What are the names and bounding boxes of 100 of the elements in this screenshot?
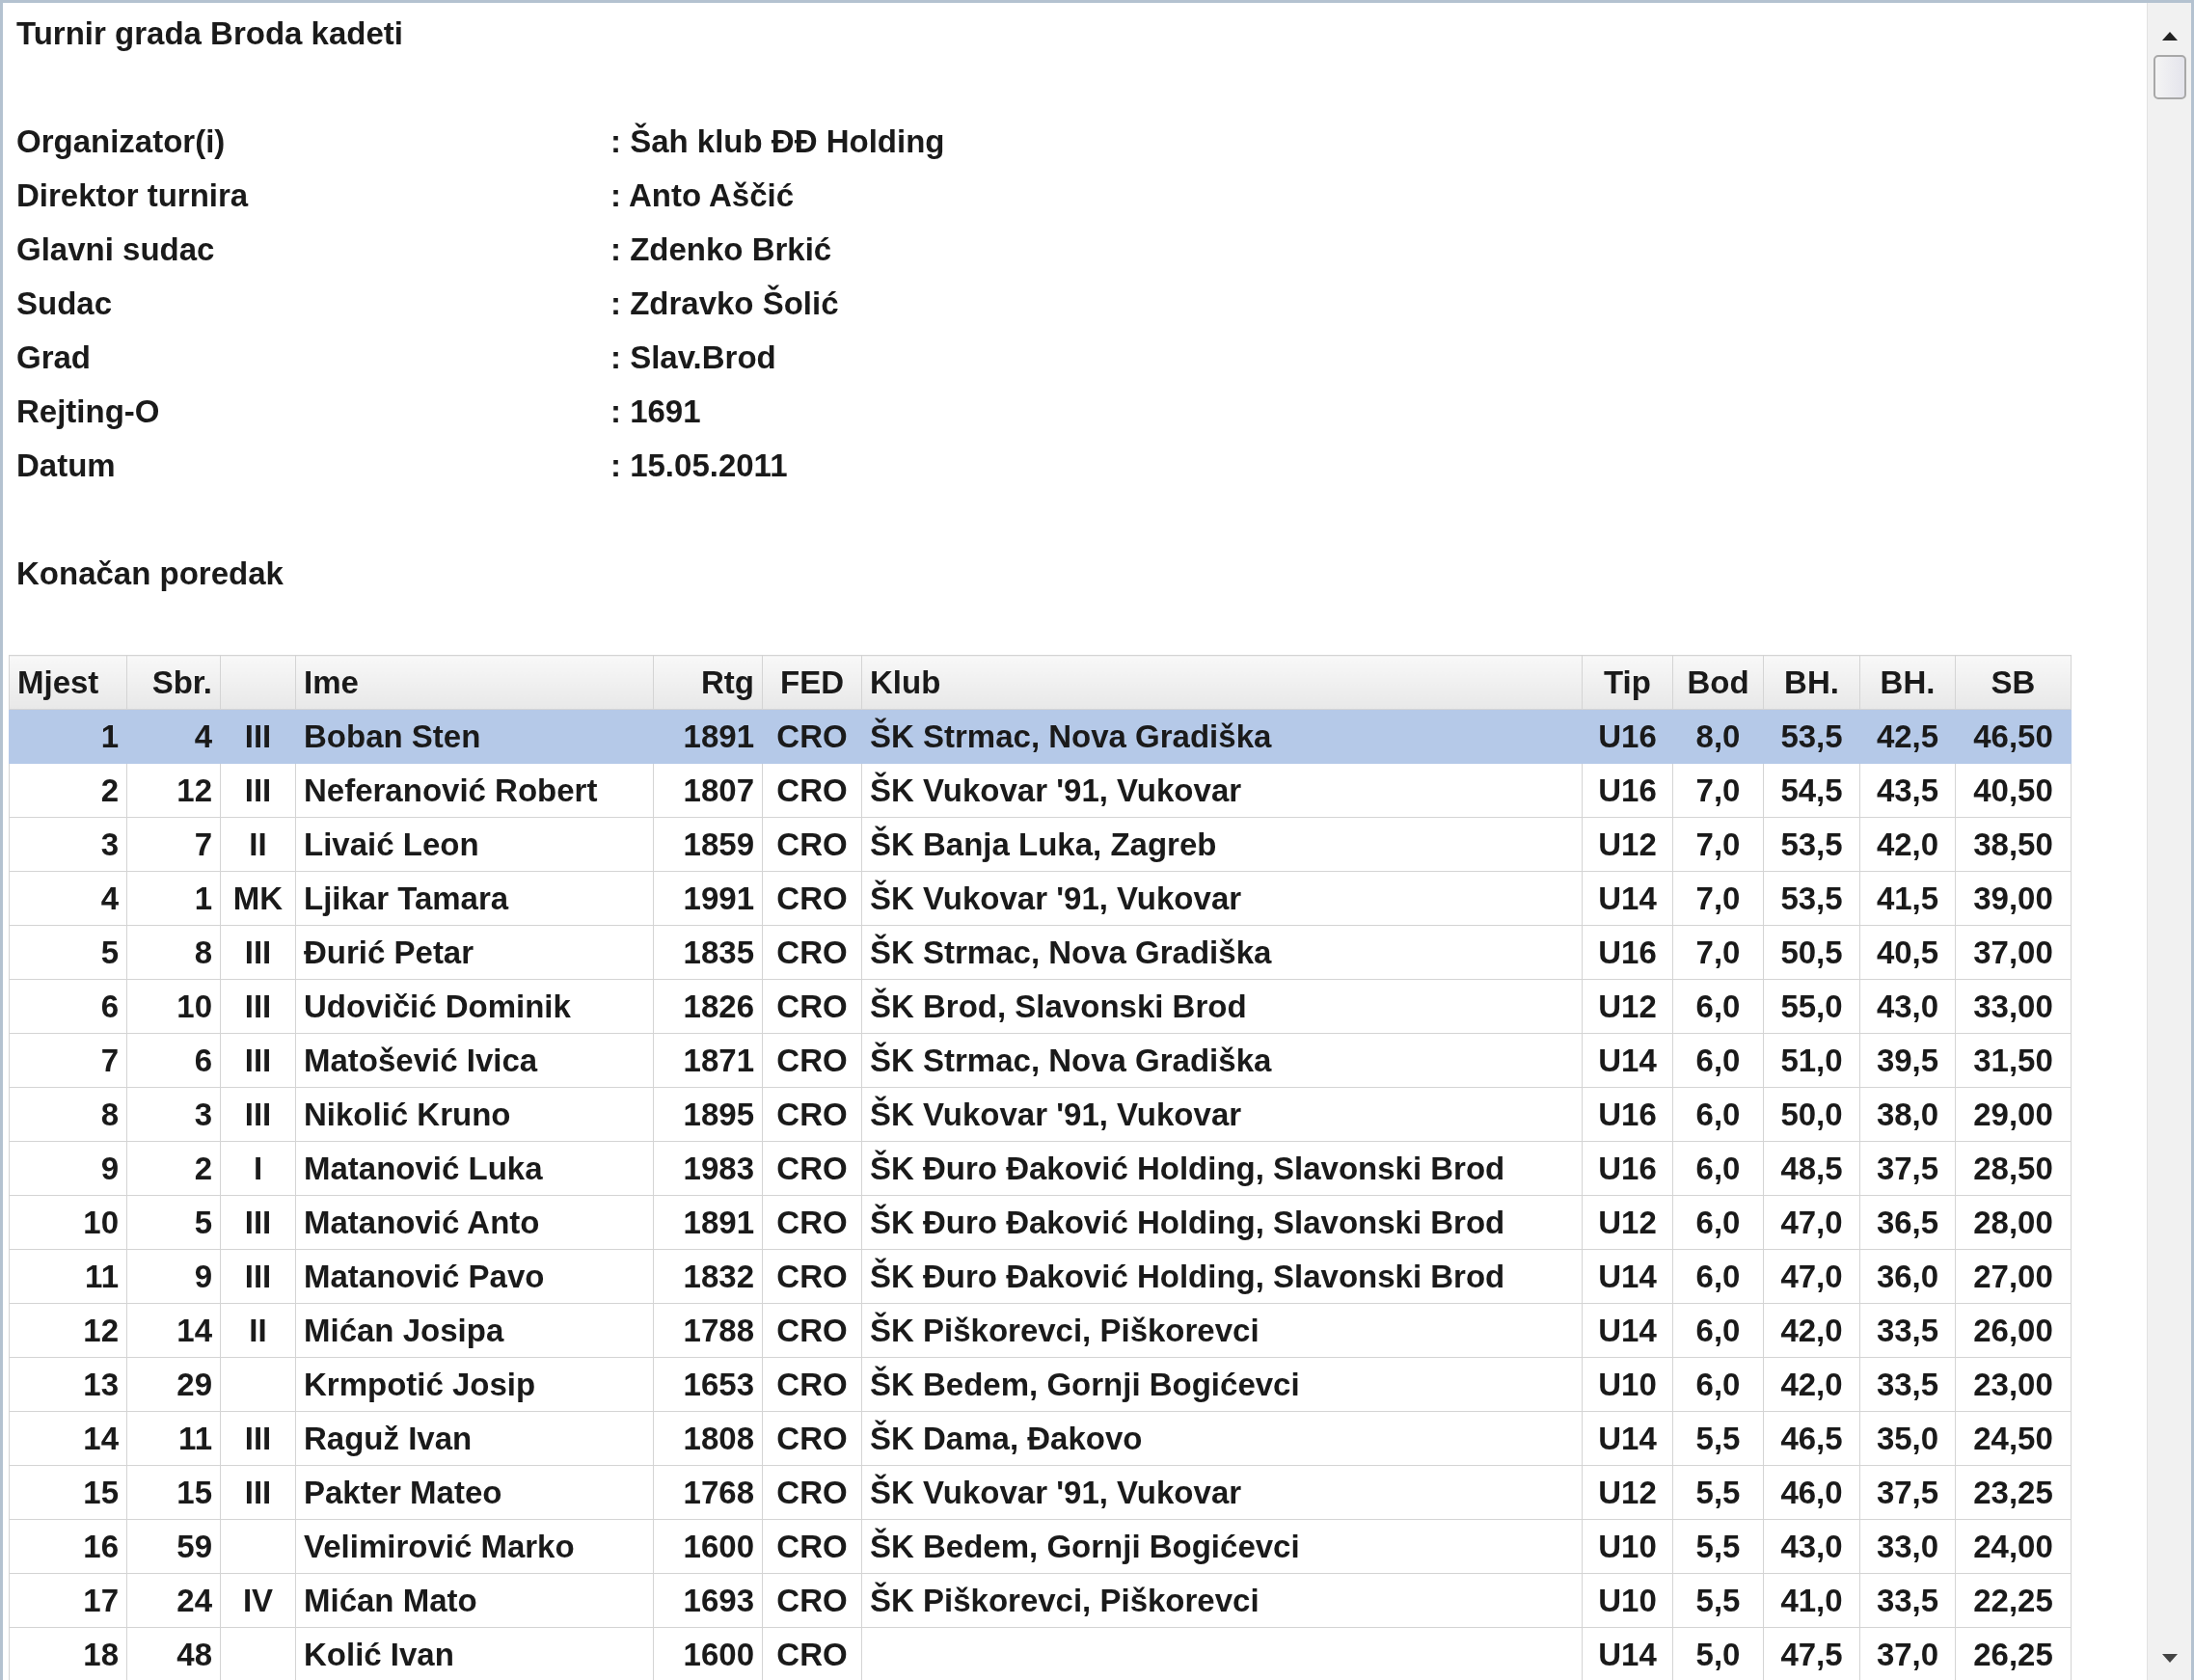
table-cell: U10: [1582, 1573, 1673, 1628]
column-header[interactable]: BH.: [1763, 655, 1860, 710]
table-cell: II: [220, 817, 296, 872]
scrollbar[interactable]: [2147, 3, 2191, 1680]
table-cell: 43,0: [1859, 979, 1956, 1034]
table-row[interactable]: 16 59 Velimirović Marko 1600 CRO ŠK Bedem, Gornji Bogićevci U10 5,5 43,0 33,0 24,00: [9, 1519, 2072, 1574]
table-row[interactable]: 18 48 Kolić Ivan 1600 CRO U14 5,0 47,5 37,0 26,25: [9, 1627, 2072, 1680]
column-header[interactable]: Rtg: [653, 655, 763, 710]
table-cell: 5,5: [1672, 1573, 1764, 1628]
column-header[interactable]: Bod: [1672, 655, 1764, 710]
table-cell: 31,50: [1955, 1033, 2072, 1088]
info-label: Organizator(i): [16, 122, 226, 161]
table-cell: Mićan Mato: [295, 1573, 654, 1628]
column-header[interactable]: Tip: [1582, 655, 1673, 710]
column-header[interactable]: Klub: [861, 655, 1583, 710]
table-cell: Matanović Anto: [295, 1195, 654, 1250]
table-cell: Đurić Petar: [295, 925, 654, 980]
table-cell: ŠK Banja Luka, Zagreb: [861, 817, 1583, 872]
table-cell: 42,0: [1859, 817, 1956, 872]
table-row[interactable]: 15 15 III Pakter Mateo 1768 CRO ŠK Vukovar '91, Vukovar U12 5,5 46,0 37,5 23,25: [9, 1465, 2072, 1520]
table-cell: Udovičić Dominik: [295, 979, 654, 1034]
info-value: : Šah klub ĐĐ Holding: [610, 122, 945, 161]
table-row[interactable]: 6 10 III Udovičić Dominik 1826 CRO ŠK Brod, Slavonski Brod U12 6,0 55,0 43,0 33,00: [9, 979, 2072, 1034]
table-cell: CRO: [762, 1141, 862, 1196]
table-cell: 28,00: [1955, 1195, 2072, 1250]
table-cell: 5,5: [1672, 1411, 1764, 1466]
column-header[interactable]: Mjest: [9, 655, 127, 710]
table-cell: III: [220, 1465, 296, 1520]
column-header[interactable]: Sbr.: [126, 655, 221, 710]
table-cell: ŠK Vukovar '91, Vukovar: [861, 1087, 1583, 1142]
table-cell: CRO: [762, 1465, 862, 1520]
table-cell: 51,0: [1763, 1033, 1860, 1088]
table-row[interactable]: 9 2 I Matanović Luka 1983 CRO ŠK Đuro Đaković Holding, Slavonski Brod U16 6,0 48,5 37,5 28,50: [9, 1141, 2072, 1196]
scroll-down-arrow-icon[interactable]: [2159, 1653, 2180, 1665]
table-cell: Matanović Luka: [295, 1141, 654, 1196]
table-cell: 27,00: [1955, 1249, 2072, 1304]
table-row[interactable]: 11 9 III Matanović Pavo 1832 CRO ŠK Đuro Đaković Holding, Slavonski Brod U14 6,0 47,0 36,0 27,00: [9, 1249, 2072, 1304]
table-cell: III: [220, 709, 296, 764]
table-cell: CRO: [762, 1303, 862, 1358]
table-cell: 1983: [653, 1141, 763, 1196]
table-cell: 1: [9, 709, 127, 764]
table-row[interactable]: 1 4 III Boban Sten 1891 CRO ŠK Strmac, Nova Gradiška U16 8,0 53,5 42,5 46,50: [9, 709, 2072, 764]
table-cell: 10: [126, 979, 221, 1034]
table-cell: III: [220, 1195, 296, 1250]
table-cell: 6,0: [1672, 1303, 1764, 1358]
table-row[interactable]: 4 1 MK Ljikar Tamara 1991 CRO ŠK Vukovar '91, Vukovar U14 7,0 53,5 41,5 39,00: [9, 871, 2072, 926]
table-row[interactable]: 13 29 Krmpotić Josip 1653 CRO ŠK Bedem, Gornji Bogićevci U10 6,0 42,0 33,5 23,00: [9, 1357, 2072, 1412]
table-row[interactable]: 7 6 III Matošević Ivica 1871 CRO ŠK Strmac, Nova Gradiška U14 6,0 51,0 39,5 31,50: [9, 1033, 2072, 1088]
table-cell: 6,0: [1672, 1195, 1764, 1250]
table-cell: 11: [126, 1411, 221, 1466]
table-cell: 42,0: [1763, 1303, 1860, 1358]
table-cell: 9: [126, 1249, 221, 1304]
column-header[interactable]: [220, 655, 296, 710]
info-value: : Zdravko Šolić: [610, 284, 839, 323]
table-cell: 33,5: [1859, 1357, 1956, 1412]
table-cell: 1835: [653, 925, 763, 980]
table-cell: U16: [1582, 925, 1673, 980]
table-cell: 7,0: [1672, 925, 1764, 980]
table-cell: 1891: [653, 709, 763, 764]
table-row[interactable]: 3 7 II Livaić Leon 1859 CRO ŠK Banja Luka, Zagreb U12 7,0 53,5 42,0 38,50: [9, 817, 2072, 872]
table-cell: 2: [9, 763, 127, 818]
table-cell: 59: [126, 1519, 221, 1574]
table-cell: U12: [1582, 1195, 1673, 1250]
table-cell: ŠK Strmac, Nova Gradiška: [861, 1033, 1583, 1088]
table-cell: 38,0: [1859, 1087, 1956, 1142]
table-cell: 33,0: [1859, 1519, 1956, 1574]
table-cell: CRO: [762, 763, 862, 818]
scrollbar-thumb[interactable]: [2153, 55, 2186, 99]
table-row[interactable]: 12 14 II Mićan Josipa 1788 CRO ŠK Piškorevci, Piškorevci U14 6,0 42,0 33,5 26,00: [9, 1303, 2072, 1358]
info-label: Grad: [16, 339, 92, 377]
table-cell: 26,00: [1955, 1303, 2072, 1358]
table-row[interactable]: 8 3 III Nikolić Kruno 1895 CRO ŠK Vukovar '91, Vukovar U16 6,0 50,0 38,0 29,00: [9, 1087, 2072, 1142]
table-cell: 37,5: [1859, 1141, 1956, 1196]
table-row[interactable]: 10 5 III Matanović Anto 1891 CRO ŠK Đuro Đaković Holding, Slavonski Brod U12 6,0 47,0 36,5 28,00: [9, 1195, 2072, 1250]
table-cell: ŠK Đuro Đaković Holding, Slavonski Brod: [861, 1249, 1583, 1304]
table-cell: III: [220, 1087, 296, 1142]
table-cell: 4: [126, 709, 221, 764]
table-cell: Velimirović Marko: [295, 1519, 654, 1574]
table-cell: CRO: [762, 817, 862, 872]
table-cell: 5,5: [1672, 1519, 1764, 1574]
table-cell: 12: [126, 763, 221, 818]
table-cell: 24,50: [1955, 1411, 2072, 1466]
table-row[interactable]: 5 8 III Đurić Petar 1835 CRO ŠK Strmac, Nova Gradiška U16 7,0 50,5 40,5 37,00: [9, 925, 2072, 980]
table-cell: 29: [126, 1357, 221, 1412]
column-header[interactable]: SB: [1955, 655, 2072, 710]
table-row[interactable]: 2 12 III Neferanović Robert 1807 CRO ŠK Vukovar '91, Vukovar U16 7,0 54,5 43,5 40,50: [9, 763, 2072, 818]
info-label: Direktor turnira: [16, 176, 249, 215]
table-cell: CRO: [762, 1195, 862, 1250]
table-cell: Boban Sten: [295, 709, 654, 764]
table-row[interactable]: 17 24 IV Mićan Mato 1693 CRO ŠK Piškorevci, Piškorevci U10 5,5 41,0 33,5 22,25: [9, 1573, 2072, 1628]
column-header[interactable]: BH.: [1859, 655, 1956, 710]
column-header[interactable]: Ime: [295, 655, 654, 710]
scroll-up-arrow-icon[interactable]: [2159, 30, 2180, 41]
column-header[interactable]: FED: [762, 655, 862, 710]
table-cell: CRO: [762, 709, 862, 764]
table-cell: 18: [9, 1627, 127, 1680]
table-row[interactable]: 14 11 III Raguž Ivan 1808 CRO ŠK Dama, Đakovo U14 5,5 46,5 35,0 24,50: [9, 1411, 2072, 1466]
info-value: : 15.05.2011: [610, 447, 788, 485]
table-cell: 35,0: [1859, 1411, 1956, 1466]
table-cell: Matanović Pavo: [295, 1249, 654, 1304]
